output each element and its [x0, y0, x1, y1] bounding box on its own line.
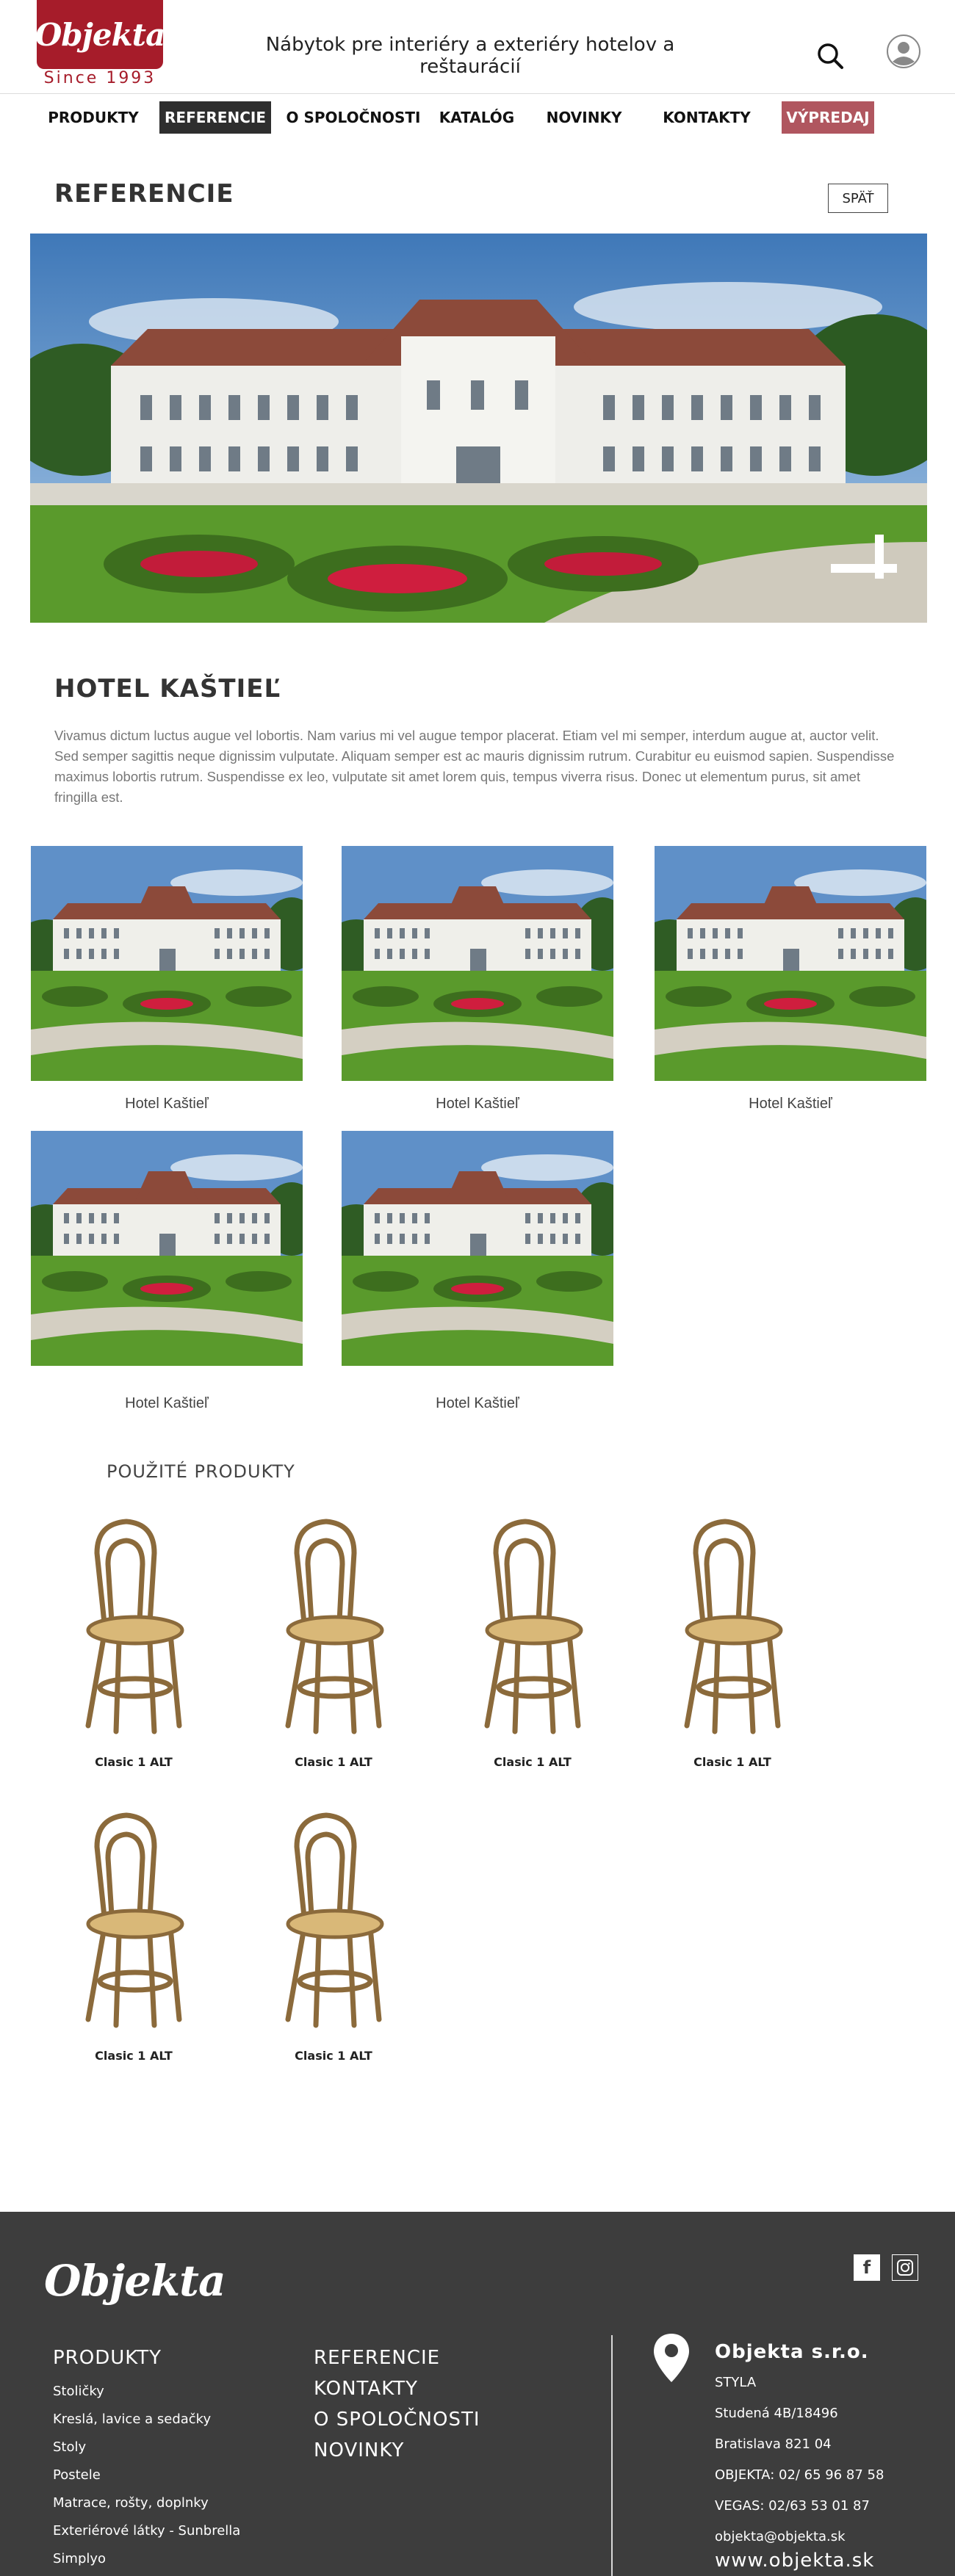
- used-products-title: POUŽITÉ PRODUKTY: [107, 1461, 295, 1482]
- contact-phone-objekta[interactable]: OBJEKTA: 02/ 65 96 87 58: [715, 2467, 884, 2483]
- footer-link-stoly[interactable]: Stoly: [53, 2439, 86, 2455]
- product-chair-image[interactable]: [68, 1513, 200, 1740]
- nav-produkty[interactable]: PRODUKTY: [44, 101, 143, 134]
- instagram-icon[interactable]: [892, 2254, 918, 2281]
- footer-link-o-spolocnosti[interactable]: O SPOLOČNOSTI: [314, 2409, 480, 2431]
- gallery-image[interactable]: [31, 846, 303, 1081]
- footer-link-postele[interactable]: Postele: [53, 2467, 101, 2483]
- footer-link-matrace[interactable]: Matrace, rošty, doplnky: [53, 2495, 209, 2511]
- gallery-caption: Hotel Kaštieľ: [125, 1395, 209, 1411]
- nav-novinky[interactable]: NOVINKY: [538, 101, 630, 134]
- contact-line: STYLA: [715, 2375, 757, 2390]
- product-name[interactable]: Clasic 1 ALT: [53, 1755, 215, 1769]
- nav-katalog[interactable]: KATALÓG: [433, 101, 520, 134]
- site-footer: Objekta f PRODUKTY Stoličky Kreslá, lavi…: [0, 2212, 955, 2576]
- footer-produkty-heading[interactable]: PRODUKTY: [53, 2347, 162, 2369]
- gallery-image[interactable]: [655, 846, 926, 1081]
- product-chair-image[interactable]: [466, 1513, 599, 1740]
- footer-logo[interactable]: Objekta: [44, 2256, 226, 2306]
- gallery-caption: Hotel Kaštieľ: [436, 1096, 519, 1112]
- gallery-image[interactable]: [342, 846, 613, 1081]
- gallery-image[interactable]: [342, 1131, 613, 1366]
- user-icon[interactable]: [886, 34, 921, 69]
- location-pin-icon: [654, 2334, 689, 2382]
- contact-line: Studená 4B/18496: [715, 2406, 838, 2421]
- product-chair-image[interactable]: [68, 1806, 200, 2034]
- company-name: Objekta s.r.o.: [715, 2341, 869, 2363]
- footer-link-kontakty[interactable]: KONTAKTY: [314, 2378, 418, 2400]
- product-name[interactable]: Clasic 1 ALT: [452, 1755, 613, 1769]
- product-chair-image[interactable]: [666, 1513, 799, 1740]
- site-header: Objekta Since 1993 Nábytok pre interiéry…: [0, 0, 955, 94]
- logo[interactable]: Objekta: [35, 0, 166, 69]
- gallery-image[interactable]: [31, 1131, 303, 1366]
- main-nav: PRODUKTY REFERENCIE O SPOLOČNOSTI KATALÓ…: [0, 94, 955, 142]
- footer-link-stolicky[interactable]: Stoličky: [53, 2384, 104, 2399]
- product-name[interactable]: Clasic 1 ALT: [253, 1755, 414, 1769]
- contact-line: Bratislava 821 04: [715, 2436, 832, 2452]
- gallery-caption: Hotel Kaštieľ: [749, 1096, 832, 1112]
- hotel-description: Vivamus dictum luctus augue vel lobortis…: [54, 728, 895, 805]
- contact-email[interactable]: objekta@objekta.sk: [715, 2529, 846, 2544]
- tagline: Nábytok pre interiéry a exteriéry hotelo…: [265, 34, 675, 78]
- logo-text: Objekta: [35, 16, 166, 53]
- nav-vypredaj[interactable]: VÝPREDAJ: [782, 101, 874, 134]
- footer-link-sunbrella[interactable]: Exteriérové látky - Sunbrella: [53, 2523, 240, 2539]
- hero-image: [30, 234, 927, 623]
- logo-since: Since 1993: [43, 69, 156, 87]
- nav-referencie[interactable]: REFERENCIE: [159, 101, 271, 134]
- facebook-icon[interactable]: f: [854, 2254, 880, 2281]
- product-name[interactable]: Clasic 1 ALT: [53, 2049, 215, 2063]
- footer-link-novinky[interactable]: NOVINKY: [314, 2439, 404, 2461]
- contact-phone-vegas[interactable]: VEGAS: 02/63 53 01 87: [715, 2498, 870, 2514]
- product-name[interactable]: Clasic 1 ALT: [253, 2049, 414, 2063]
- page-title: REFERENCIE: [54, 179, 234, 209]
- product-chair-image[interactable]: [267, 1806, 400, 2034]
- nav-o-spolocnosti[interactable]: O SPOLOČNOSTI: [285, 101, 422, 134]
- footer-link-referencie[interactable]: REFERENCIE: [314, 2347, 440, 2369]
- footer-link-kresla[interactable]: Kreslá, lavice a sedačky: [53, 2412, 211, 2427]
- product-name[interactable]: Clasic 1 ALT: [652, 1755, 813, 1769]
- website-link[interactable]: www.objekta.sk: [715, 2550, 874, 2572]
- gallery-caption: Hotel Kaštieľ: [436, 1395, 519, 1411]
- footer-divider: [611, 2335, 613, 2576]
- footer-link-simplyo[interactable]: Simplyo: [53, 2551, 106, 2566]
- search-icon[interactable]: [815, 41, 845, 70]
- product-chair-image[interactable]: [267, 1513, 400, 1740]
- back-button[interactable]: SPÄŤ: [828, 184, 888, 213]
- gallery-caption: Hotel Kaštieľ: [125, 1096, 209, 1112]
- nav-kontakty[interactable]: KONTAKTY: [655, 101, 758, 134]
- hotel-title: HOTEL KAŠTIEĽ: [54, 674, 281, 703]
